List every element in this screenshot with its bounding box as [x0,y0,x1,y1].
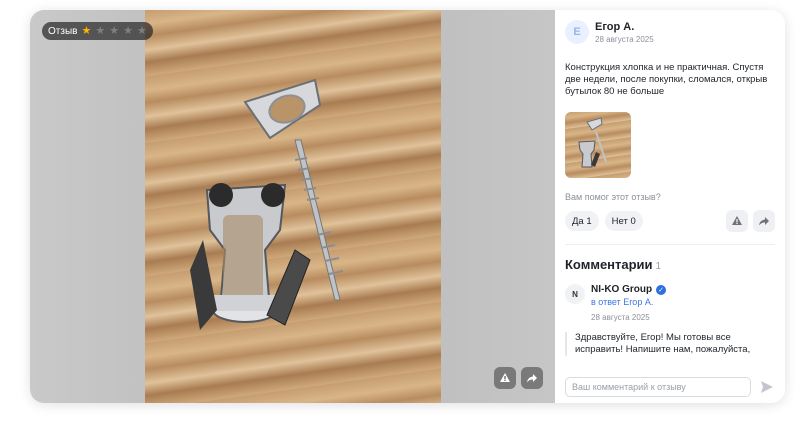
commenter-name[interactable]: NI-KO Group [591,284,652,295]
comment-composer [555,371,785,403]
review-photo[interactable] [145,10,441,403]
divider [565,244,775,245]
vote-row: Да 1 Нет 0 [565,210,775,232]
media-actions [494,367,543,389]
rating-badge: Отзыв ★ ★ ★ ★ ★ [42,22,153,40]
report-icon [500,373,510,382]
star-empty-icon: ★ [123,24,133,37]
badge-label: Отзыв [48,25,78,37]
review-modal: Отзыв ★ ★ ★ ★ ★ Е Егор А. 28 августа 202… [30,10,785,403]
comment-item: N NI-KO Group ✓ в ответ Егор А. 28 авгус… [565,284,775,322]
share-icon [527,374,537,383]
vote-no-button[interactable]: Нет 0 [604,211,643,231]
review-date: 28 августа 2025 [595,35,654,44]
review-media-viewer: Отзыв ★ ★ ★ ★ ★ [30,10,555,403]
report-icon [732,216,742,225]
helpful-question: Вам помог этот отзыв? [565,192,661,202]
report-review-button[interactable] [726,210,748,232]
send-icon [761,381,773,393]
star-empty-icon: ★ [136,24,147,37]
report-button[interactable] [494,367,516,389]
comment-date: 28 августа 2025 [591,313,650,322]
share-icon [759,217,769,226]
avatar[interactable]: Е [565,20,589,44]
corkscrew-thumbnail-image [578,117,607,168]
star-empty-icon: ★ [95,24,106,37]
share-button[interactable] [521,367,543,389]
star-empty-icon: ★ [109,24,120,37]
corkscrew-image [190,78,344,330]
verified-check-icon: ✓ [656,284,667,295]
comments-heading: Комментарии 1 [565,257,775,272]
star-filled-icon: ★ [81,24,92,37]
review-actions [726,210,775,232]
review-photo-thumbnail[interactable] [565,112,631,178]
comments-count: 1 [655,261,662,272]
author-name[interactable]: Егор А. [595,21,654,33]
comments-title: Комментарии [565,257,653,272]
send-button[interactable] [759,379,775,395]
share-review-button[interactable] [753,210,775,232]
review-text: Конструкция хлопка и не практичная. Спус… [565,62,768,97]
reply-to-link[interactable]: в ответ Егор А. [591,297,775,307]
review-panel: Е Егор А. 28 августа 2025 Конструкция хл… [555,10,785,403]
review-author: Е Егор А. 28 августа 2025 [565,20,775,44]
comment-input[interactable] [565,377,751,397]
commenter-avatar[interactable]: N [565,284,585,304]
scroll-fade [555,353,785,371]
vote-yes-button[interactable]: Да 1 [565,211,599,231]
